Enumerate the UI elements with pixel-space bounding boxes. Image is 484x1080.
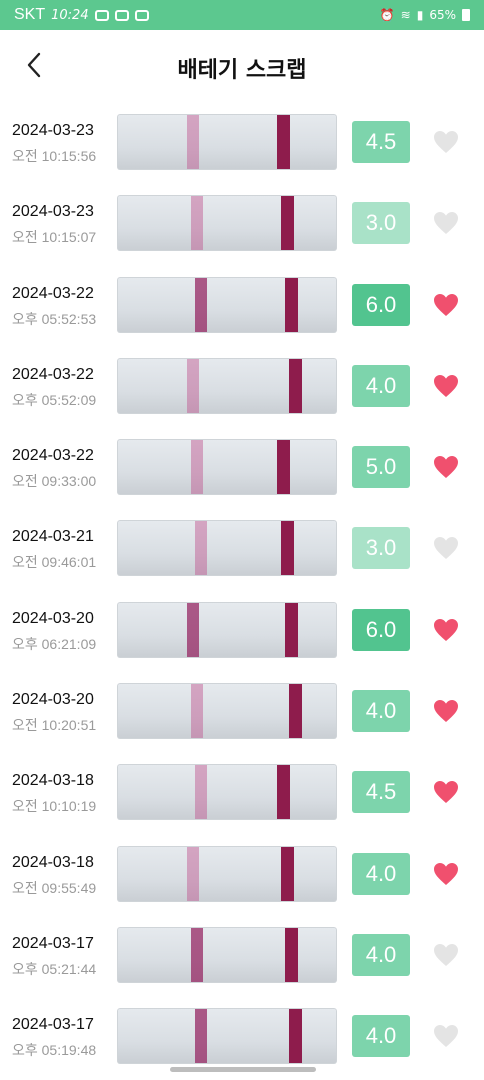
scrap-item[interactable]: 2024-03-22 오전 09:33:00 5.0 — [0, 425, 484, 506]
scrap-item[interactable]: 2024-03-21 오전 09:46:01 3.0 — [0, 506, 484, 587]
score-badge: 6.0 — [352, 608, 410, 651]
heart-icon[interactable] — [433, 293, 459, 317]
heart-icon[interactable] — [433, 211, 459, 235]
scrap-item[interactable]: 2024-03-23 오전 10:15:07 3.0 — [0, 181, 484, 262]
scrap-time: 오후 05:52:53 — [12, 310, 97, 327]
score-badge: 3.0 — [352, 202, 410, 245]
app-notification-icon — [114, 9, 129, 21]
scrap-time: 오후 05:19:48 — [12, 1042, 97, 1059]
scrap-item[interactable]: 2024-03-20 오전 10:20:51 4.0 — [0, 669, 484, 750]
test-strip-image[interactable] — [117, 439, 337, 496]
heart-icon[interactable] — [433, 618, 459, 642]
score-badge: 4.5 — [352, 121, 410, 163]
scrap-time: 오전 10:20:51 — [12, 717, 97, 734]
scrap-list: 2024-03-23 오전 10:15:56 4.5 2024-03-23 오전 10:… — [0, 100, 484, 1076]
scrap-date: 2024-03-17 — [12, 934, 94, 952]
score-badge: 4.0 — [352, 1015, 410, 1058]
scrap-date: 2024-03-23 — [12, 122, 94, 139]
page-title: 배테기 스크랩 — [177, 58, 307, 83]
app-bar: 배테기 스크랩 — [0, 30, 484, 100]
scrap-item[interactable]: 2024-03-22 오후 05:52:53 6.0 — [0, 263, 484, 344]
scrap-date: 2024-03-18 — [12, 853, 94, 871]
scrap-date: 2024-03-17 — [12, 1016, 94, 1034]
score-badge: 4.5 — [352, 771, 410, 814]
scrap-time: 오후 06:21:09 — [12, 635, 97, 652]
status-bar: SKT 10:24 ⏰ ≋ ▮ 65% — [0, 0, 484, 30]
test-strip-image[interactable] — [117, 114, 337, 170]
scrap-time: 오전 10:15:07 — [12, 229, 97, 246]
alarm-icon: ⏰ — [379, 8, 395, 22]
score-badge: 4.0 — [352, 690, 410, 733]
heart-icon[interactable] — [433, 780, 459, 804]
scrap-time: 오전 09:46:01 — [12, 554, 97, 571]
scrap-item[interactable]: 2024-03-23 오전 10:15:56 4.5 — [0, 100, 484, 181]
scrap-item[interactable]: 2024-03-18 오전 09:55:49 4.0 — [0, 832, 484, 913]
battery-icon — [462, 9, 470, 21]
heart-icon[interactable] — [433, 130, 459, 154]
scrap-time: 오후 05:52:09 — [12, 391, 97, 408]
heart-icon[interactable] — [433, 862, 459, 886]
scrap-date: 2024-03-22 — [12, 447, 94, 465]
signal-icon: ▮ — [416, 8, 424, 22]
battery-level: 65% — [429, 8, 456, 22]
scrap-date: 2024-03-23 — [12, 203, 94, 221]
home-indicator[interactable] — [170, 1067, 316, 1072]
test-strip-image[interactable] — [117, 764, 337, 821]
scrap-item[interactable]: 2024-03-17 오후 05:21:44 4.0 — [0, 913, 484, 994]
scrap-date: 2024-03-20 — [12, 691, 94, 709]
test-strip-image[interactable] — [117, 195, 337, 252]
scrap-time: 오전 09:55:49 — [12, 879, 97, 896]
scrap-item[interactable]: 2024-03-20 오후 06:21:09 6.0 — [0, 588, 484, 669]
test-strip-image[interactable] — [117, 601, 337, 658]
score-badge: 4.0 — [352, 364, 410, 407]
test-strip-image[interactable] — [117, 276, 337, 333]
scrap-time: 오전 09:33:00 — [12, 473, 97, 490]
scrap-time: 오전 10:15:56 — [12, 148, 97, 164]
clock: 10:24 — [51, 7, 89, 23]
scrap-item[interactable]: 2024-03-18 오전 10:10:19 4.5 — [0, 750, 484, 831]
test-strip-image[interactable] — [117, 683, 337, 740]
test-strip-image[interactable] — [117, 357, 337, 414]
test-strip-image[interactable] — [117, 845, 337, 902]
heart-icon[interactable] — [433, 699, 459, 723]
score-badge: 5.0 — [352, 446, 410, 489]
chat-notification-icon — [94, 9, 109, 21]
score-badge: 6.0 — [352, 283, 410, 326]
app-notification-icon — [134, 9, 149, 21]
carrier-label: SKT — [14, 6, 46, 23]
scrap-date: 2024-03-22 — [12, 284, 94, 302]
wifi-icon: ≋ — [400, 8, 411, 22]
score-badge: 3.0 — [352, 527, 410, 570]
scrap-time: 오전 10:10:19 — [12, 798, 97, 815]
test-strip-image[interactable] — [117, 520, 337, 577]
heart-icon[interactable] — [433, 536, 459, 560]
heart-icon[interactable] — [433, 1024, 459, 1048]
score-badge: 4.0 — [352, 933, 410, 976]
heart-icon[interactable] — [433, 455, 459, 479]
scrap-item[interactable]: 2024-03-22 오후 05:52:09 4.0 — [0, 344, 484, 425]
scrap-date: 2024-03-21 — [12, 528, 94, 546]
scrap-item[interactable]: 2024-03-17 오후 05:19:48 4.0 — [0, 994, 484, 1075]
score-badge: 4.0 — [352, 852, 410, 895]
scrap-date: 2024-03-18 — [12, 772, 94, 790]
heart-icon[interactable] — [433, 374, 459, 398]
test-strip-image[interactable] — [117, 926, 337, 983]
scrap-date: 2024-03-20 — [12, 609, 94, 627]
scrap-time: 오후 05:21:44 — [12, 960, 97, 977]
heart-icon[interactable] — [433, 943, 459, 967]
scrap-date: 2024-03-22 — [12, 365, 94, 383]
test-strip-image[interactable] — [117, 1008, 337, 1065]
